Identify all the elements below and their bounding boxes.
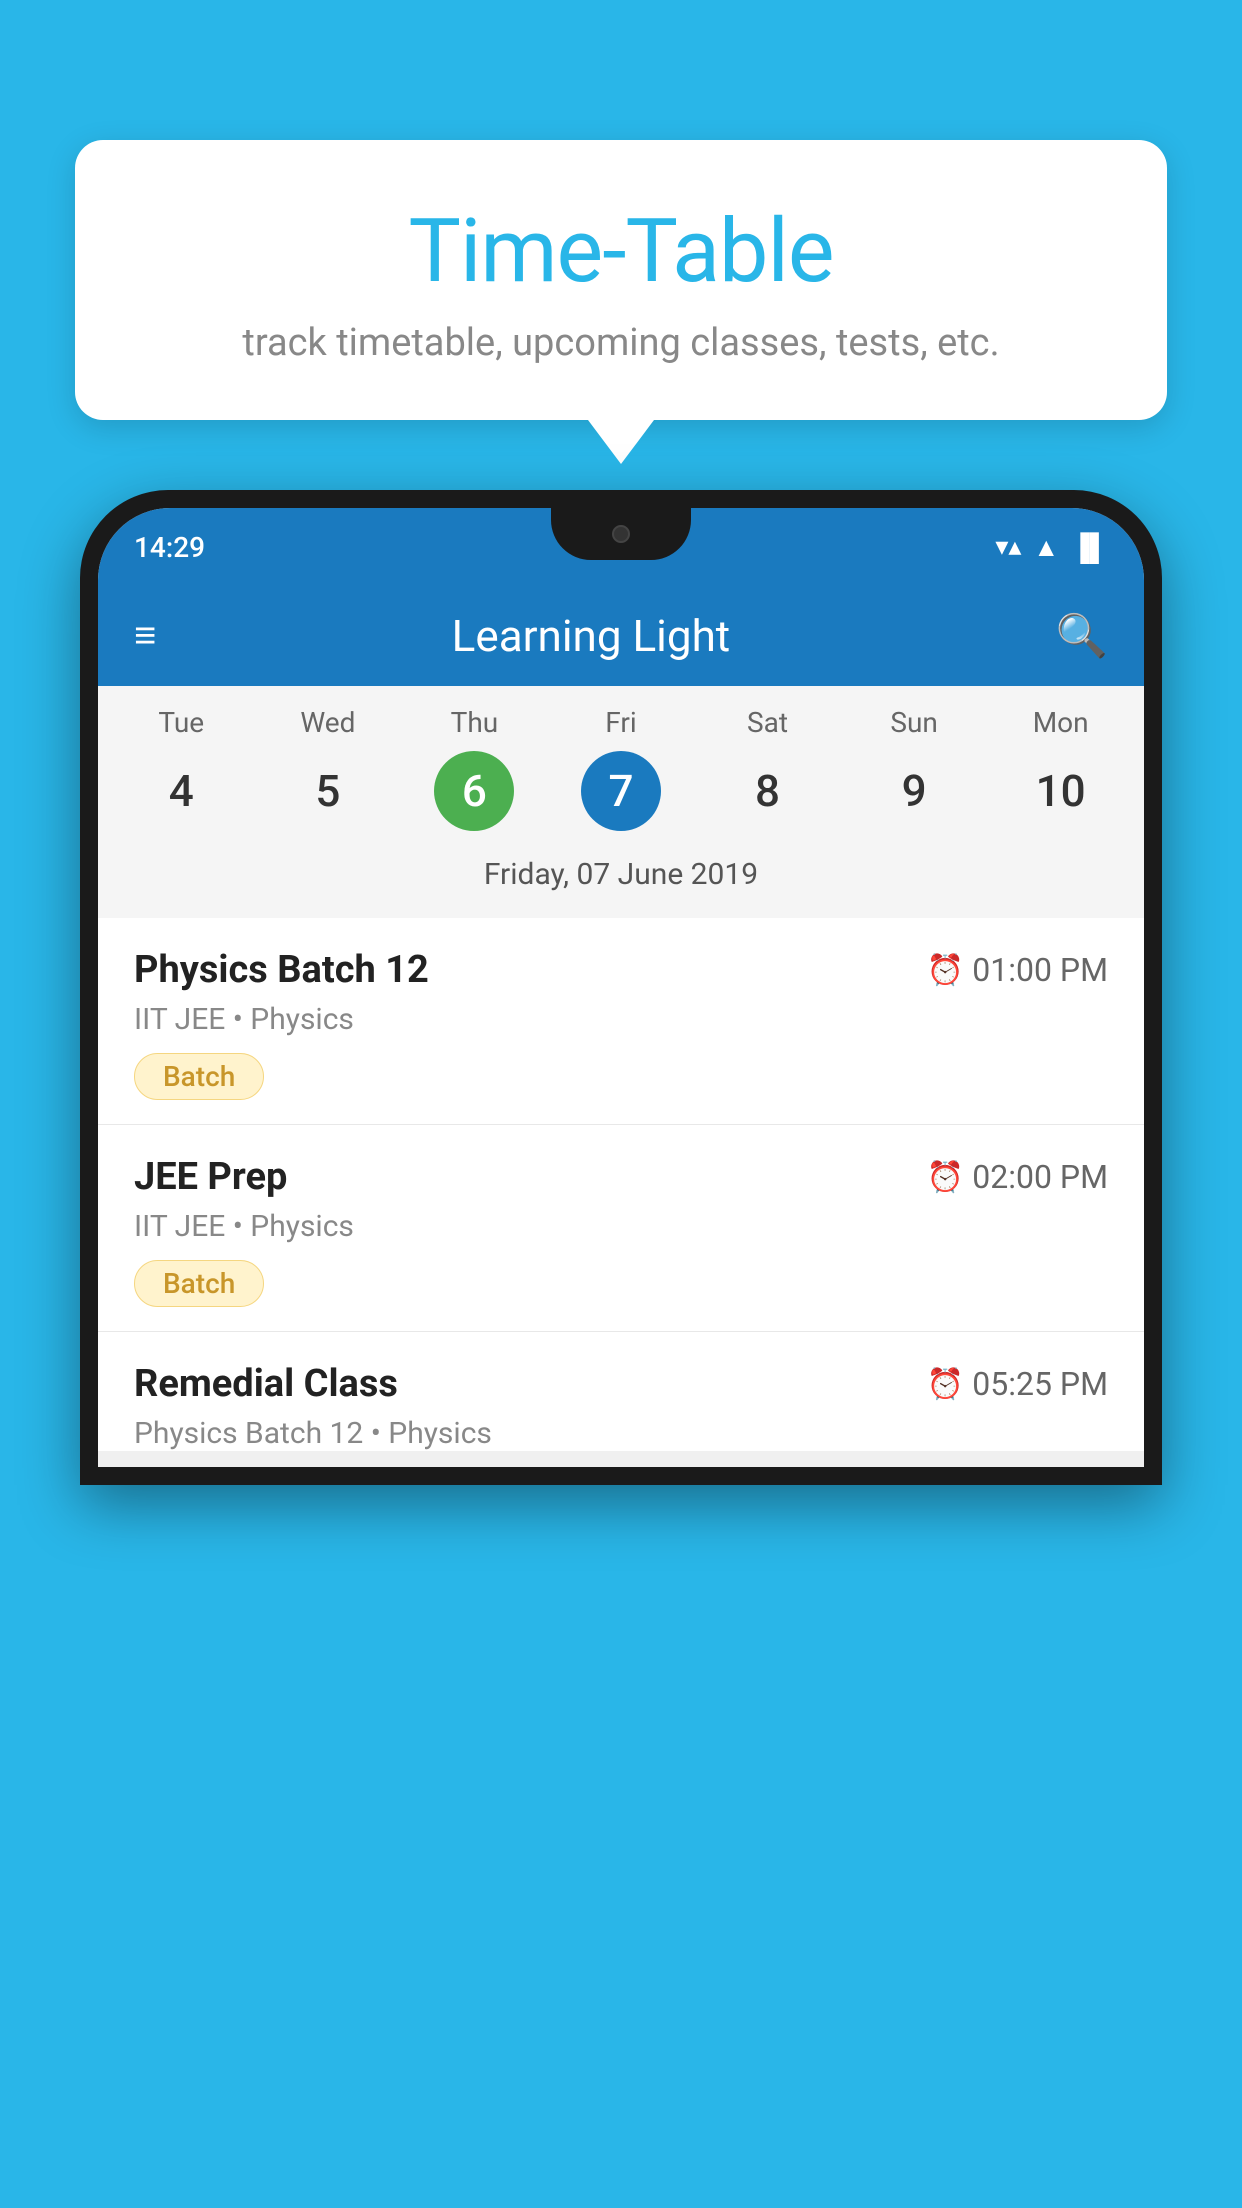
- day-number[interactable]: 5: [288, 751, 368, 831]
- days-row: Tue 4 Wed 5 Thu 6 Fri 7 Sat 8 Sun 9 Mon 10: [98, 706, 1144, 831]
- schedule-subtitle: IIT JEE • Physics: [134, 1002, 1108, 1037]
- battery-icon: ▐▌: [1071, 532, 1108, 563]
- tooltip-card: Time-Table track timetable, upcoming cla…: [75, 140, 1167, 420]
- day-number[interactable]: 8: [728, 751, 808, 831]
- notch: [551, 508, 691, 560]
- day-number[interactable]: 6: [434, 751, 514, 831]
- day-name: Mon: [1033, 706, 1089, 739]
- calendar-strip: Tue 4 Wed 5 Thu 6 Fri 7 Sat 8 Sun 9 Mon 10 Friday, 07…: [98, 686, 1144, 918]
- search-icon[interactable]: 🔍: [1056, 612, 1108, 661]
- day-number[interactable]: 4: [141, 751, 221, 831]
- time-text: 05:25 PM: [972, 1365, 1108, 1403]
- status-icons: ▾▴ ▲ ▐▌: [995, 532, 1108, 563]
- schedule-item-header: Physics Batch 12 ⏰01:00 PM: [134, 948, 1108, 992]
- day-col-sun[interactable]: Sun 9: [849, 706, 979, 831]
- app-bar: ≡ Learning Light 🔍: [98, 586, 1144, 686]
- day-name: Sat: [747, 706, 788, 739]
- batch-badge: Batch: [134, 1053, 264, 1100]
- schedule-title: Physics Batch 12: [134, 948, 429, 992]
- clock-icon: ⏰: [927, 1367, 964, 1402]
- time-text: 02:00 PM: [972, 1158, 1108, 1196]
- clock-icon: ⏰: [927, 1160, 964, 1195]
- schedule-title: Remedial Class: [134, 1362, 398, 1406]
- schedule-time: ⏰01:00 PM: [927, 951, 1108, 989]
- time-text: 01:00 PM: [972, 951, 1108, 989]
- schedule-subtitle: IIT JEE • Physics: [134, 1209, 1108, 1244]
- app-title: Learning Light: [186, 610, 996, 662]
- schedule-item[interactable]: JEE Prep ⏰02:00 PM IIT JEE • Physics Batch: [98, 1125, 1144, 1332]
- day-col-mon[interactable]: Mon 10: [996, 706, 1126, 831]
- day-number[interactable]: 7: [581, 751, 661, 831]
- phone-screen: 14:29 ▾▴ ▲ ▐▌ ≡ Learning Light 🔍: [98, 508, 1144, 1467]
- day-name: Fri: [605, 706, 636, 739]
- day-name: Tue: [158, 706, 204, 739]
- day-col-wed[interactable]: Wed 5: [263, 706, 393, 831]
- schedule-time: ⏰02:00 PM: [927, 1158, 1108, 1196]
- status-time: 14:29: [134, 531, 205, 564]
- signal-icon: ▲: [1033, 532, 1059, 563]
- day-col-fri[interactable]: Fri 7: [556, 706, 686, 831]
- wifi-icon: ▾▴: [995, 532, 1021, 562]
- schedule-item[interactable]: Remedial Class ⏰05:25 PM Physics Batch 12 …: [98, 1332, 1144, 1451]
- schedule-item[interactable]: Physics Batch 12 ⏰01:00 PM IIT JEE • Physi…: [98, 918, 1144, 1125]
- tooltip-title: Time-Table: [125, 200, 1117, 303]
- camera-dot: [612, 525, 630, 543]
- day-col-tue[interactable]: Tue 4: [116, 706, 246, 831]
- day-number[interactable]: 10: [1021, 751, 1101, 831]
- schedule-title: JEE Prep: [134, 1155, 287, 1199]
- clock-icon: ⏰: [927, 953, 964, 988]
- day-name: Sun: [890, 706, 938, 739]
- schedule-list: Physics Batch 12⏰01:00 PMIIT JEE • Physi…: [98, 918, 1144, 1451]
- day-name: Thu: [451, 706, 499, 739]
- day-name: Wed: [300, 706, 355, 739]
- tooltip-subtitle: track timetable, upcoming classes, tests…: [125, 321, 1117, 365]
- schedule-time: ⏰05:25 PM: [927, 1365, 1108, 1403]
- day-number[interactable]: 9: [874, 751, 954, 831]
- day-col-sat[interactable]: Sat 8: [703, 706, 833, 831]
- phone-container: 14:29 ▾▴ ▲ ▐▌ ≡ Learning Light 🔍: [80, 490, 1162, 2208]
- phone-outer: 14:29 ▾▴ ▲ ▐▌ ≡ Learning Light 🔍: [80, 490, 1162, 1485]
- hamburger-icon[interactable]: ≡: [134, 614, 156, 658]
- batch-badge: Batch: [134, 1260, 264, 1307]
- schedule-item-header: JEE Prep ⏰02:00 PM: [134, 1155, 1108, 1199]
- schedule-item-header: Remedial Class ⏰05:25 PM: [134, 1362, 1108, 1406]
- status-bar: 14:29 ▾▴ ▲ ▐▌: [98, 508, 1144, 586]
- schedule-subtitle: Physics Batch 12 • Physics: [134, 1416, 1108, 1451]
- selected-date: Friday, 07 June 2019: [98, 845, 1144, 908]
- day-col-thu[interactable]: Thu 6: [409, 706, 539, 831]
